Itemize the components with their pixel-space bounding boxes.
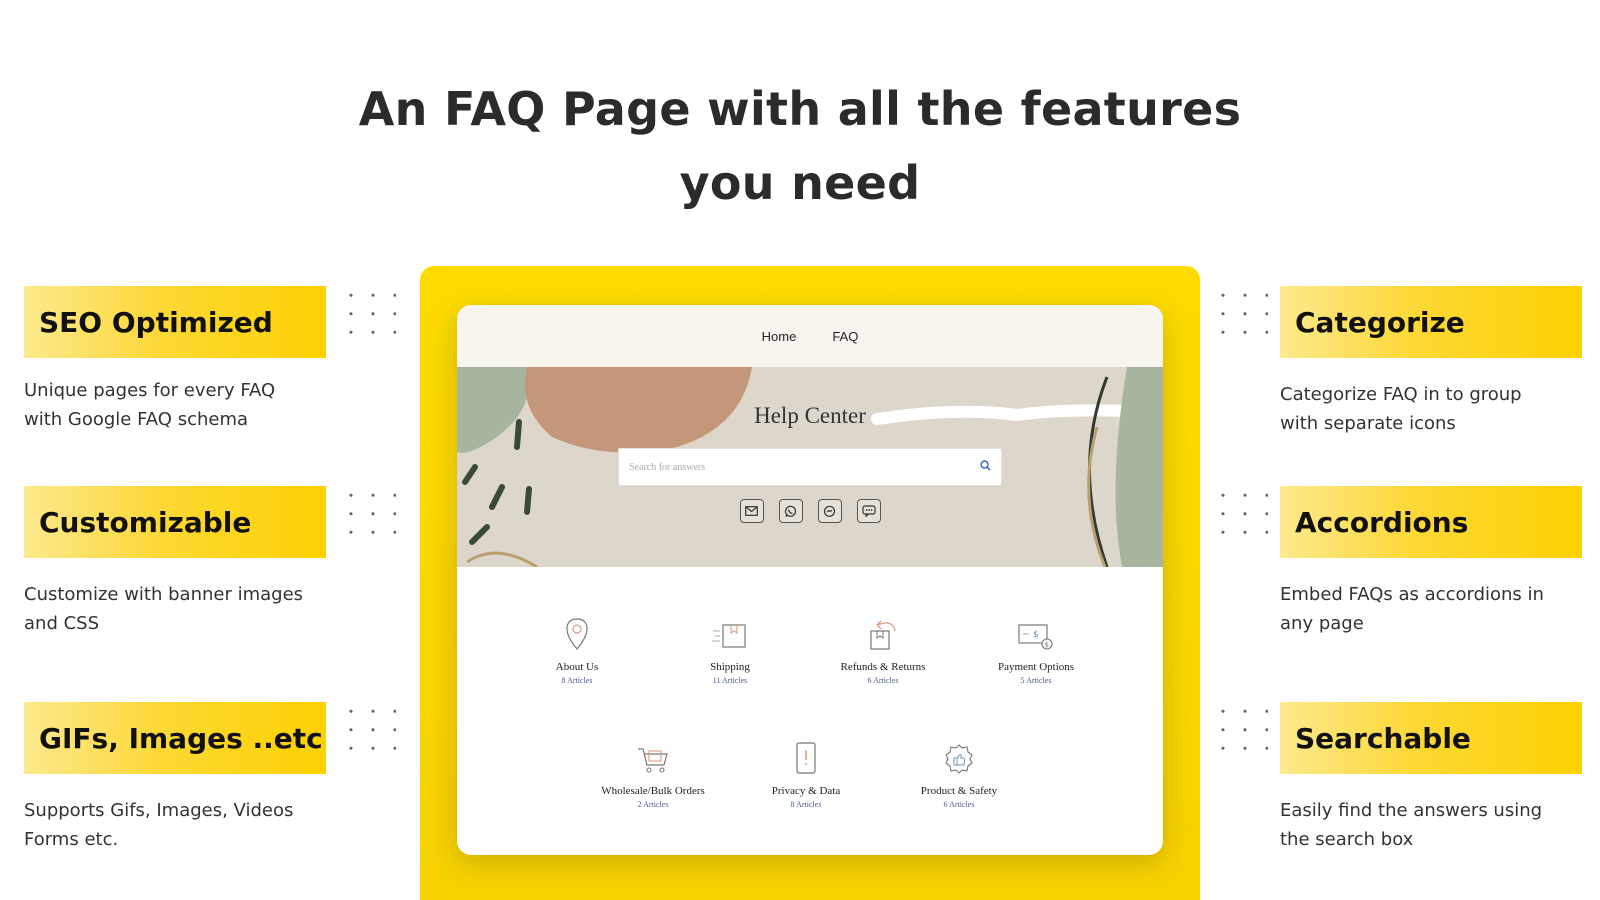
category-name: Wholesale/Bulk Orders <box>601 785 705 797</box>
headline-line-1: An FAQ Page with all the features <box>358 82 1242 136</box>
shipping-box-icon <box>660 609 800 651</box>
site-nav: Home FAQ <box>457 305 1163 367</box>
category-product-safety[interactable]: Product & Safety 6 Articles <box>889 733 1029 809</box>
categories-grid: About Us 8 Articles Shipping 11 Articles… <box>457 567 1163 855</box>
dot-grid-decoration <box>1212 286 1268 348</box>
safety-badge-icon <box>889 733 1029 775</box>
feature-desc-line: Supports Gifs, Images, Videos <box>24 800 294 821</box>
feature-title-searchable: Searchable <box>1280 702 1582 774</box>
svg-text:$: $ <box>1045 641 1049 649</box>
feature-desc-gifs: Supports Gifs, Images, Videos Forms etc. <box>24 796 334 854</box>
category-about-us[interactable]: About Us 8 Articles <box>507 609 647 685</box>
feature-desc-accordions: Embed FAQs as accordions in any page <box>1280 580 1590 638</box>
feature-title-customizable: Customizable <box>24 486 326 558</box>
faq-site-preview: Home FAQ Help Center Search for answers … <box>457 305 1163 855</box>
dot-grid-decoration <box>340 486 396 548</box>
category-payment-options[interactable]: $ $ Payment Options 5 Articles <box>966 609 1106 685</box>
feature-desc-line: Categorize FAQ in to group <box>1280 384 1522 405</box>
dot-grid-decoration <box>340 286 396 348</box>
svg-text:$: $ <box>1033 630 1039 640</box>
category-privacy-data[interactable]: Privacy & Data 8 Articles <box>736 733 876 809</box>
cart-icon <box>583 733 723 775</box>
privacy-phone-icon <box>736 733 876 775</box>
dot-grid-decoration <box>1212 486 1268 548</box>
category-name: Payment Options <box>997 661 1075 673</box>
chat-icon[interactable] <box>856 499 881 523</box>
feature-desc-line: and CSS <box>24 613 100 634</box>
contact-icons-row <box>457 499 1163 523</box>
category-refunds-returns[interactable]: Refunds & Returns 6 Articles <box>813 609 953 685</box>
category-name: Product & Safety <box>920 785 998 797</box>
category-count: 8 Articles <box>790 800 822 809</box>
category-name: Privacy & Data <box>771 785 841 797</box>
messenger-icon[interactable] <box>817 499 842 523</box>
help-center-banner: Help Center <box>457 367 1163 567</box>
category-count: 11 Articles <box>712 676 748 685</box>
help-center-title: Help Center <box>754 403 866 428</box>
return-box-icon <box>813 609 953 651</box>
headline-line-2: you need <box>679 156 921 210</box>
feature-desc-line: Embed FAQs as accordions in <box>1280 584 1544 605</box>
feature-desc-line: Easily find the answers using <box>1280 800 1543 821</box>
search-input[interactable] <box>629 461 949 473</box>
feature-desc-line: any page <box>1280 613 1364 634</box>
category-count: 8 Articles <box>561 676 593 685</box>
feature-desc-line: with Google FAQ schema <box>24 409 249 430</box>
category-name: Refunds & Returns <box>840 661 926 673</box>
feature-desc-line: Forms etc. <box>24 829 119 850</box>
category-wholesale[interactable]: Wholesale/Bulk Orders 2 Articles <box>583 733 723 809</box>
feature-title-seo: SEO Optimized <box>24 286 326 358</box>
feature-desc-categorize: Categorize FAQ in to group with separate… <box>1280 380 1590 438</box>
payment-card-icon: $ $ <box>966 609 1106 651</box>
category-name: Shipping <box>710 661 750 673</box>
feature-desc-seo: Unique pages for every FAQ with Google F… <box>24 376 334 434</box>
category-name: About Us <box>555 661 599 673</box>
category-count: 2 Articles <box>637 800 669 809</box>
feature-title-categorize: Categorize <box>1280 286 1582 358</box>
feature-desc-searchable: Easily find the answers using the search… <box>1280 796 1590 854</box>
category-count: 6 Articles <box>867 676 899 685</box>
search-icon[interactable] <box>980 458 991 476</box>
category-count: 5 Articles <box>1020 676 1052 685</box>
feature-title-accordions: Accordions <box>1280 486 1582 558</box>
category-shipping[interactable]: Shipping 11 Articles <box>660 609 800 685</box>
search-box <box>618 448 1002 486</box>
email-icon[interactable] <box>739 499 764 523</box>
feature-desc-customizable: Customize with banner images and CSS <box>24 580 334 638</box>
page-headline: An FAQ Page with all the features you ne… <box>300 72 1300 220</box>
feature-desc-line: the search box <box>1280 829 1414 850</box>
nav-home-link[interactable]: Home <box>762 329 797 344</box>
whatsapp-icon[interactable] <box>778 499 803 523</box>
feature-desc-line: with separate icons <box>1280 413 1456 434</box>
dot-grid-decoration <box>1212 702 1268 764</box>
dot-grid-decoration <box>340 702 396 764</box>
location-pin-icon <box>507 609 647 651</box>
feature-desc-line: Customize with banner images <box>24 584 304 605</box>
category-count: 6 Articles <box>943 800 975 809</box>
feature-desc-line: Unique pages for every FAQ <box>24 380 276 401</box>
feature-title-gifs: GIFs, Images ..etc <box>24 702 326 774</box>
nav-faq-link[interactable]: FAQ <box>832 329 858 344</box>
